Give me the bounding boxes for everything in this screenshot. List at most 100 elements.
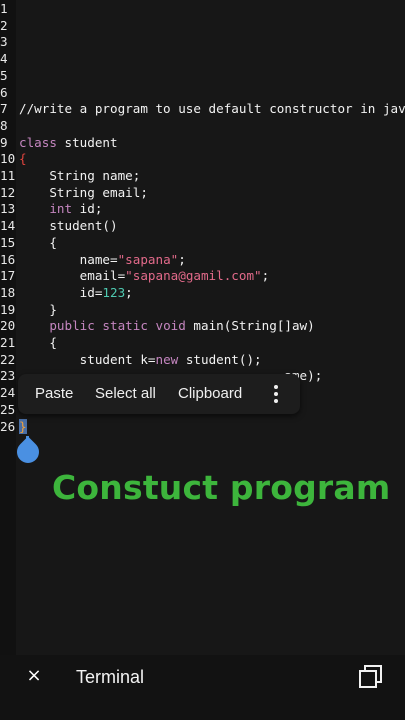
code-token: email=	[19, 268, 126, 284]
code-text: String name;	[19, 167, 140, 184]
code-line[interactable]: 12 String email;	[0, 184, 405, 201]
code-token: ;	[261, 268, 270, 284]
code-line[interactable]: 19 }	[0, 301, 405, 318]
paste-button[interactable]: Paste	[35, 385, 73, 402]
code-text: //write a program to use default constru…	[19, 100, 405, 117]
code-token: class	[19, 134, 57, 150]
code-token: student k=	[19, 351, 156, 367]
code-text: student k=new student();	[19, 351, 262, 368]
code-text: name="sapana";	[19, 251, 186, 268]
code-line[interactable]: 10{	[0, 150, 405, 167]
code-line[interactable]: 1	[0, 0, 405, 17]
code-text: }	[19, 301, 57, 318]
code-line[interactable]: 22 student k=new student();	[0, 351, 405, 368]
line-number: 7	[0, 101, 8, 117]
code-token: id=	[19, 284, 103, 300]
code-line[interactable]: 4	[0, 50, 405, 67]
line-number: 2	[0, 17, 8, 33]
code-text: class student	[19, 134, 118, 151]
line-number: 11	[0, 168, 16, 183]
code-line[interactable]: 18 id=123;	[0, 284, 405, 301]
line-number: 8	[0, 117, 8, 133]
code-token: student();	[178, 351, 262, 367]
code-text: int id;	[19, 200, 102, 217]
code-line[interactable]: 2	[0, 17, 405, 34]
code-token: ;	[178, 251, 186, 267]
code-text: id=123;	[19, 284, 133, 301]
clipboard-button[interactable]: Clipboard	[178, 385, 242, 402]
select-all-button[interactable]: Select all	[95, 385, 156, 402]
bottom-bar	[0, 655, 405, 720]
code-line[interactable]: 8	[0, 117, 405, 134]
code-text: email="sapana@gamil.com";	[19, 267, 270, 284]
code-token: {	[19, 234, 57, 250]
code-text: public static void main(String[]aw)	[19, 317, 315, 334]
line-number: 1	[0, 1, 8, 16]
code-line[interactable]: 21 {	[0, 334, 405, 351]
line-number: 17	[0, 268, 16, 284]
code-text: {	[19, 234, 57, 251]
code-token: main(String[]aw)	[185, 318, 315, 334]
code-line[interactable]: 14 student()	[0, 217, 405, 234]
code-token: new	[155, 351, 179, 367]
code-text: student()	[19, 217, 118, 234]
code-line[interactable]: 9 class student	[0, 134, 405, 151]
video-overlay-title: Constuct program	[52, 468, 391, 507]
code-token: String email;	[19, 184, 148, 200]
code-token: //write a program to use default constru…	[19, 101, 405, 117]
line-number: 13	[0, 201, 16, 217]
code-token: student	[56, 134, 118, 150]
code-text: String email;	[19, 184, 148, 201]
code-token: student()	[19, 218, 118, 234]
line-number: 25	[0, 401, 16, 417]
line-number: 10	[0, 151, 16, 167]
code-token: public static void	[49, 318, 186, 334]
line-number: 14	[0, 218, 16, 234]
more-vertical-icon[interactable]	[271, 383, 281, 405]
code-text: }	[19, 418, 27, 435]
code-line[interactable]: 11 String name;	[0, 167, 405, 184]
code-token: name=	[19, 251, 118, 267]
line-number: 5	[0, 67, 8, 83]
code-token: id;	[72, 201, 103, 217]
line-number: 19	[0, 301, 16, 317]
code-line[interactable]: 15 {	[0, 234, 405, 251]
line-number: 23	[0, 368, 16, 384]
code-token: "sapana@gamil.com"	[125, 268, 262, 284]
code-line[interactable]: 7 //write a program to use default constr…	[0, 100, 405, 117]
code-token: }	[19, 418, 27, 434]
code-line[interactable]: 5	[0, 67, 405, 84]
code-line[interactable]: 26}	[0, 418, 405, 435]
line-number: 16	[0, 251, 16, 267]
line-number: 21	[0, 335, 16, 350]
code-token: }	[19, 301, 57, 317]
code-line[interactable]: 3	[0, 33, 405, 50]
text-cursor-handle[interactable]	[12, 436, 44, 468]
code-token: ;	[125, 284, 133, 300]
code-text: {	[19, 334, 57, 351]
code-token: 123	[102, 284, 126, 300]
line-number: 20	[0, 318, 16, 334]
line-number: 3	[0, 34, 8, 50]
line-number: 12	[0, 184, 16, 200]
code-line[interactable]: 17 email="sapana@gamil.com";	[0, 267, 405, 284]
code-token: "sapana"	[117, 251, 179, 267]
line-number: 4	[0, 51, 8, 67]
code-token: {	[19, 151, 27, 167]
line-number: 9	[0, 134, 8, 150]
line-number: 22	[0, 351, 16, 367]
windows-icon[interactable]	[358, 664, 384, 690]
line-number: 18	[0, 284, 16, 300]
code-line[interactable]: 16 name="sapana";	[0, 251, 405, 268]
code-line[interactable]: 20 public static void main(String[]aw)	[0, 317, 405, 334]
close-icon[interactable]: ×	[24, 666, 44, 686]
code-text: {	[19, 150, 27, 167]
line-number: 6	[0, 84, 8, 100]
terminal-title: Terminal	[76, 667, 145, 687]
code-line[interactable]: 6	[0, 84, 405, 101]
line-number: 24	[0, 385, 16, 401]
code-token: String name;	[19, 168, 141, 183]
code-line[interactable]: 13 int id;	[0, 200, 405, 217]
